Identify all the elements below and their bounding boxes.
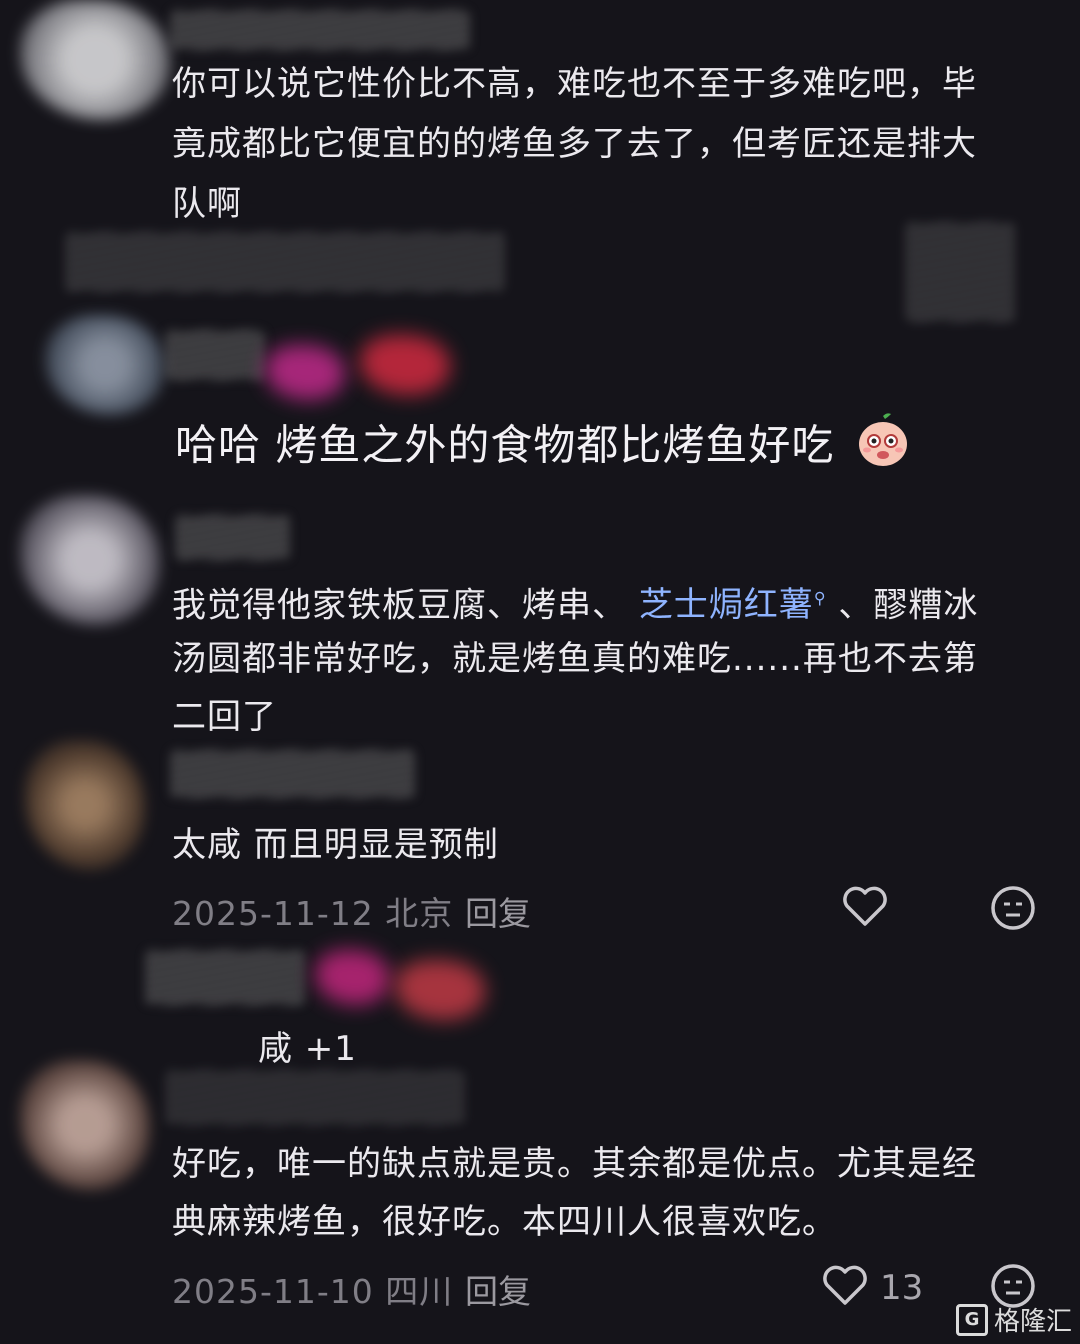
username-redacted — [165, 1070, 465, 1125]
badge-redacted — [360, 335, 450, 395]
heart-icon[interactable] — [841, 884, 889, 932]
reply-button[interactable]: 回复 — [465, 1265, 531, 1313]
watermark-logo-icon: G — [955, 1303, 988, 1336]
avatar[interactable] — [20, 495, 160, 625]
username-redacted — [175, 515, 290, 560]
search-link-topic[interactable]: 芝士焗红薯⚲ — [639, 585, 827, 625]
watermark-text: 格隆汇 — [993, 1307, 1072, 1337]
reply-button[interactable]: 回复 — [465, 887, 531, 935]
like-count: 13 — [880, 1268, 924, 1308]
comment-3-line-2: 汤圆都非常好吃，就是烤鱼真的难吃......再也不去第 — [172, 639, 978, 679]
comment-1-line-2: 竟成都比它便宜的的烤鱼多了去了，但考匠还是排大 — [172, 124, 977, 164]
avatar[interactable] — [45, 315, 165, 415]
watermark: G 格隆汇 — [955, 1301, 1072, 1338]
badge-redacted — [315, 950, 390, 1005]
comment-3-line-1: 我觉得他家铁板豆腐、烤串、 芝士焗红薯⚲ 、醪糟冰 — [172, 585, 979, 626]
comment-6-date-location: 2025-11-10 四川 — [172, 1272, 454, 1311]
comment-6-line-2: 典麻辣烤鱼，很好吃。本四川人很喜欢吃。 — [172, 1202, 837, 1242]
redacted-action — [905, 222, 1015, 322]
comment-1-line-1: 你可以说它性价比不高，难吃也不至于多难吃吧，毕 — [172, 64, 977, 104]
dislike-face-icon[interactable] — [989, 884, 1037, 936]
comment-4-date-location: 2025-11-12 北京 — [172, 894, 454, 933]
badge-redacted — [395, 960, 485, 1020]
badge-redacted — [265, 345, 345, 400]
avatar[interactable] — [25, 740, 145, 870]
avatar[interactable] — [20, 1060, 150, 1190]
username-redacted — [145, 950, 305, 1005]
comment-6-line-1: 好吃，唯一的缺点就是贵。其余都是优点。尤其是经 — [172, 1144, 977, 1184]
comment-2-text: 哈哈 烤鱼之外的食物都比烤鱼好吃 — [175, 410, 913, 486]
comment-1-line-3: 队啊 — [172, 184, 242, 224]
avatar[interactable] — [20, 0, 170, 120]
redacted-row — [65, 232, 505, 292]
comment-4-text: 太咸 而且明显是预制 — [172, 825, 499, 865]
username-redacted — [170, 750, 415, 798]
peach-face-emoji-icon — [853, 410, 913, 486]
comment-3-line-3: 二回了 — [172, 697, 277, 737]
search-icon: ⚲ — [813, 589, 827, 608]
username-redacted — [170, 10, 470, 50]
heart-icon[interactable] — [821, 1263, 869, 1311]
username-redacted — [165, 330, 265, 380]
